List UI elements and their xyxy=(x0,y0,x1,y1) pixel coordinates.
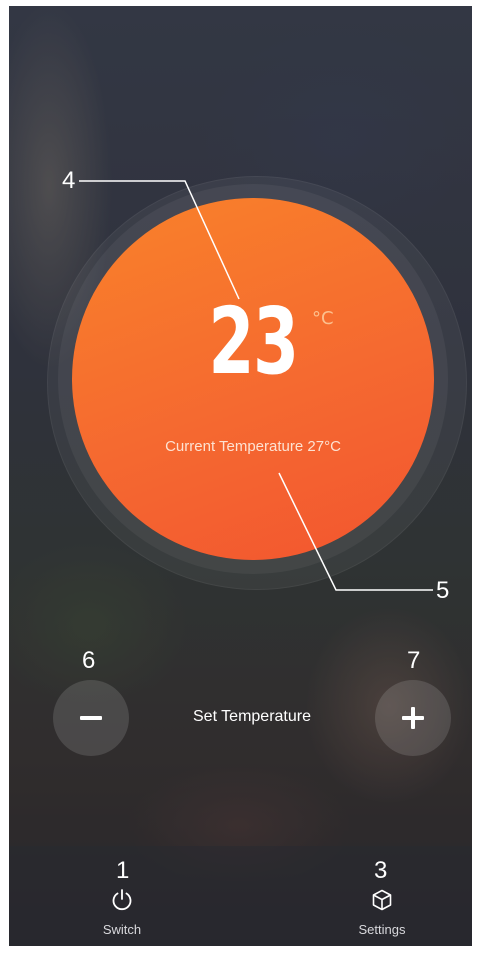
callout-5: 5 xyxy=(436,577,450,604)
callout-7: 7 xyxy=(407,647,421,674)
callout-1: 1 xyxy=(116,857,130,884)
callout-lines xyxy=(79,180,433,591)
callout-3: 3 xyxy=(374,857,388,884)
app-screen: 23 °C Current Temperature 27°C Set Tempe… xyxy=(9,6,472,946)
callout-6: 6 xyxy=(82,647,96,674)
callout-4: 4 xyxy=(62,167,76,194)
